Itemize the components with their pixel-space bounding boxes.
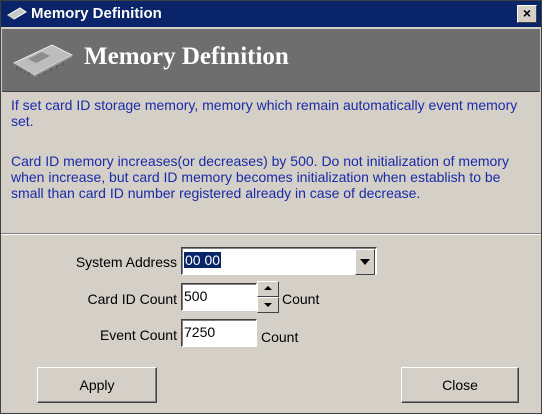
event-count-unit: Count (261, 329, 299, 345)
spin-up-icon[interactable] (257, 281, 279, 297)
event-count-input[interactable]: 7250 (181, 319, 257, 347)
memory-definition-window: Memory Definition × Memory Definition If… (0, 0, 542, 414)
system-address-label: System Address (75, 254, 177, 270)
close-window-button[interactable]: × (517, 5, 537, 23)
memory-chip-icon (12, 43, 74, 82)
window-title: Memory Definition (31, 5, 162, 22)
header-banner: Memory Definition (2, 29, 540, 92)
card-id-count-input[interactable]: 500 (181, 283, 257, 311)
banner-title: Memory Definition (84, 43, 289, 70)
close-button[interactable]: Close (401, 367, 519, 403)
card-id-count-label: Card ID Count (87, 291, 177, 307)
chevron-down-icon[interactable] (355, 249, 375, 275)
spin-down-icon[interactable] (257, 297, 279, 313)
card-id-count-unit: Count (282, 291, 320, 307)
event-count-label: Event Count (99, 327, 177, 343)
divider (1, 233, 541, 235)
system-address-value: 00 00 (184, 252, 222, 268)
description-text-2: Card ID memory increases(or decreases) b… (11, 153, 509, 201)
apply-button[interactable]: Apply (37, 367, 157, 403)
description-text-1: If set card ID storage memory, memory wh… (11, 97, 518, 129)
memory-chip-icon (7, 6, 27, 24)
title-bar[interactable]: Memory Definition × (1, 1, 541, 27)
system-address-select[interactable]: 00 00 (181, 247, 377, 275)
